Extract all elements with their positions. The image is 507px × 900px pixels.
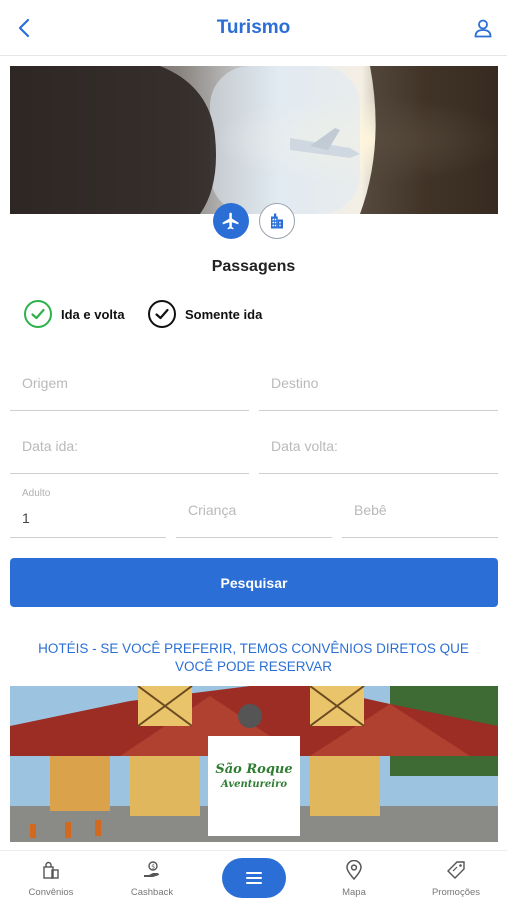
page-title: Turismo	[216, 17, 291, 38]
map-pin-icon	[346, 860, 362, 880]
origin-placeholder: Origem	[22, 375, 68, 391]
logo-line-1: São Roque	[215, 762, 293, 777]
user-icon	[474, 19, 492, 38]
one-way-label: Somente ida	[185, 306, 263, 322]
sao-roque-logo: São Roque Aventureiro	[208, 762, 300, 792]
tag-icon	[447, 861, 465, 879]
flights-mode-button[interactable]	[213, 203, 249, 239]
adult-field[interactable]: Adulto 1	[10, 488, 166, 538]
check-icon	[155, 308, 169, 320]
section-title: Passagens	[211, 258, 296, 275]
round-trip-check	[24, 300, 52, 328]
date-return-field[interactable]: Data volta:	[259, 427, 498, 474]
destination-field[interactable]: Destino	[259, 364, 498, 411]
hotel-banner[interactable]: São Roque Aventureiro	[10, 686, 498, 842]
child-field[interactable]: Criança	[176, 488, 332, 538]
date-return-placeholder: Data volta:	[271, 438, 338, 454]
logo-line-2: Aventureiro	[220, 779, 288, 790]
hotels-mode-button[interactable]	[259, 203, 295, 239]
app-header: Turismo	[0, 0, 507, 56]
search-button[interactable]: Pesquisar	[10, 558, 498, 607]
origin-field[interactable]: Origem	[10, 364, 249, 411]
airplane-icon	[222, 212, 239, 230]
svg-text:$: $	[151, 863, 155, 870]
destination-placeholder: Destino	[271, 375, 319, 391]
profile-button[interactable]	[469, 14, 497, 42]
nav-promocoes[interactable]: Promoções	[411, 859, 501, 898]
baby-field[interactable]: Bebê	[342, 488, 498, 538]
round-trip-option[interactable]: Ida e volta	[24, 300, 125, 328]
menu-icon	[246, 872, 262, 884]
one-way-check	[148, 300, 176, 328]
shopping-bags-icon	[43, 861, 59, 879]
building-icon	[271, 213, 283, 229]
hero-image	[10, 66, 498, 214]
round-trip-label: Ida e volta	[61, 306, 125, 322]
nav-label-mapa: Mapa	[342, 887, 366, 898]
baby-placeholder: Bebê	[354, 502, 387, 518]
nav-label-cashback: Cashback	[130, 887, 174, 898]
hotels-info-text: HOTÉIS - SE VOCÊ PREFERIR, TEMOS CONVÊNI…	[38, 641, 469, 674]
menu-button[interactable]	[222, 858, 286, 898]
check-icon	[31, 308, 45, 320]
hand-money-icon: $	[144, 861, 159, 877]
child-placeholder: Criança	[188, 502, 237, 518]
one-way-option[interactable]: Somente ida	[148, 300, 262, 328]
adult-label: Adulto	[22, 488, 51, 499]
nav-label-convenios: Convênios	[28, 887, 74, 898]
nav-mapa[interactable]: Mapa	[309, 859, 399, 898]
nav-cashback[interactable]: $ Cashback	[107, 859, 197, 898]
date-out-placeholder: Data ida:	[22, 438, 79, 454]
adult-value: 1	[22, 510, 30, 526]
nav-label-promocoes: Promoções	[431, 887, 481, 898]
date-out-field[interactable]: Data ida:	[10, 427, 249, 474]
nav-convenios[interactable]: Convênios	[6, 859, 96, 898]
